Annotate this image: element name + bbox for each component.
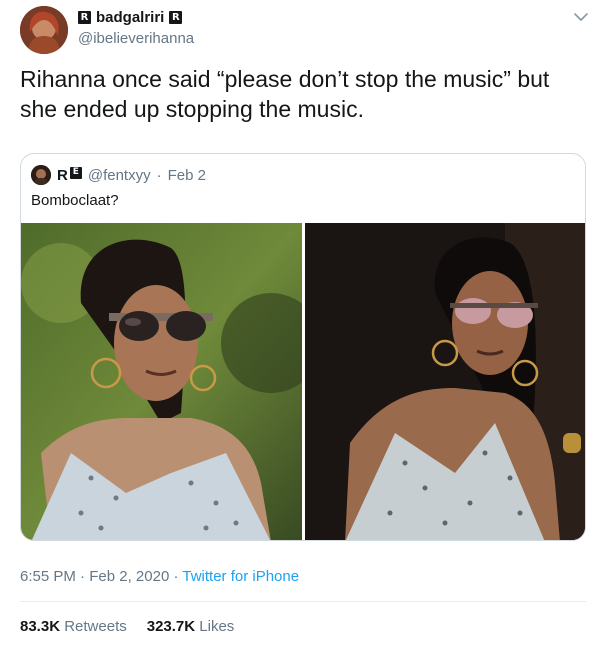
quoted-tweet-card[interactable]: R E @fentxyy · Feb 2 Bomboclaat? — [20, 153, 586, 541]
author-handle[interactable]: @ibelieverihanna — [78, 30, 194, 47]
quoted-photo-right[interactable] — [305, 223, 586, 541]
meta-separator: · — [80, 568, 86, 585]
quoted-tweet-text: Bomboclaat? — [31, 192, 119, 209]
divider — [20, 601, 586, 602]
tweet-source-link[interactable]: Twitter for iPhone — [182, 568, 299, 585]
meta-separator: · — [173, 568, 179, 585]
chevron-down-icon[interactable] — [572, 8, 590, 26]
author-name-text: badgalriri — [96, 9, 165, 26]
tweet: R badgalriri R @ibelieverihanna Rihanna … — [0, 0, 611, 651]
author-display-name[interactable]: R badgalriri R — [78, 9, 183, 26]
likes-count: 323.7K — [146, 618, 196, 635]
tweet-stats: 83.3K Retweets 323.7K Likes — [20, 618, 234, 635]
retweets-count: 83.3K — [20, 618, 61, 635]
quoted-media — [21, 223, 586, 541]
quoted-author-avatar[interactable] — [31, 165, 51, 185]
quoted-avatar-photo — [31, 165, 51, 185]
r-badge-icon: R — [169, 11, 183, 24]
tweet-date[interactable]: Feb 2, 2020 — [89, 568, 169, 585]
quoted-tweet-header: R E @fentxyy · Feb 2 — [31, 165, 206, 185]
quoted-photo-left[interactable] — [21, 223, 302, 541]
retweets-stat[interactable]: 83.3K Retweets — [20, 618, 127, 635]
tweet-meta: 6:55 PM · Feb 2, 2020 · Twitter for iPho… — [20, 568, 299, 585]
quoted-date[interactable]: Feb 2 — [168, 167, 206, 184]
tweet-time[interactable]: 6:55 PM — [20, 568, 76, 585]
author-avatar[interactable] — [20, 6, 68, 54]
r-badge-icon: R — [78, 11, 91, 24]
quoted-separator: · — [156, 166, 162, 184]
retweets-label: Retweets — [64, 618, 127, 635]
likes-label: Likes — [199, 618, 235, 635]
quoted-name-letter: R — [57, 166, 68, 184]
avatar-photo — [20, 6, 68, 54]
quoted-name-badge: E — [69, 166, 82, 179]
quoted-author-handle[interactable]: @fentxyy — [88, 167, 151, 184]
likes-stat[interactable]: 323.7K Likes — [147, 618, 235, 635]
quoted-author-name[interactable]: R E — [57, 166, 82, 184]
tweet-text: Rihanna once said “please don’t stop the… — [20, 66, 550, 122]
